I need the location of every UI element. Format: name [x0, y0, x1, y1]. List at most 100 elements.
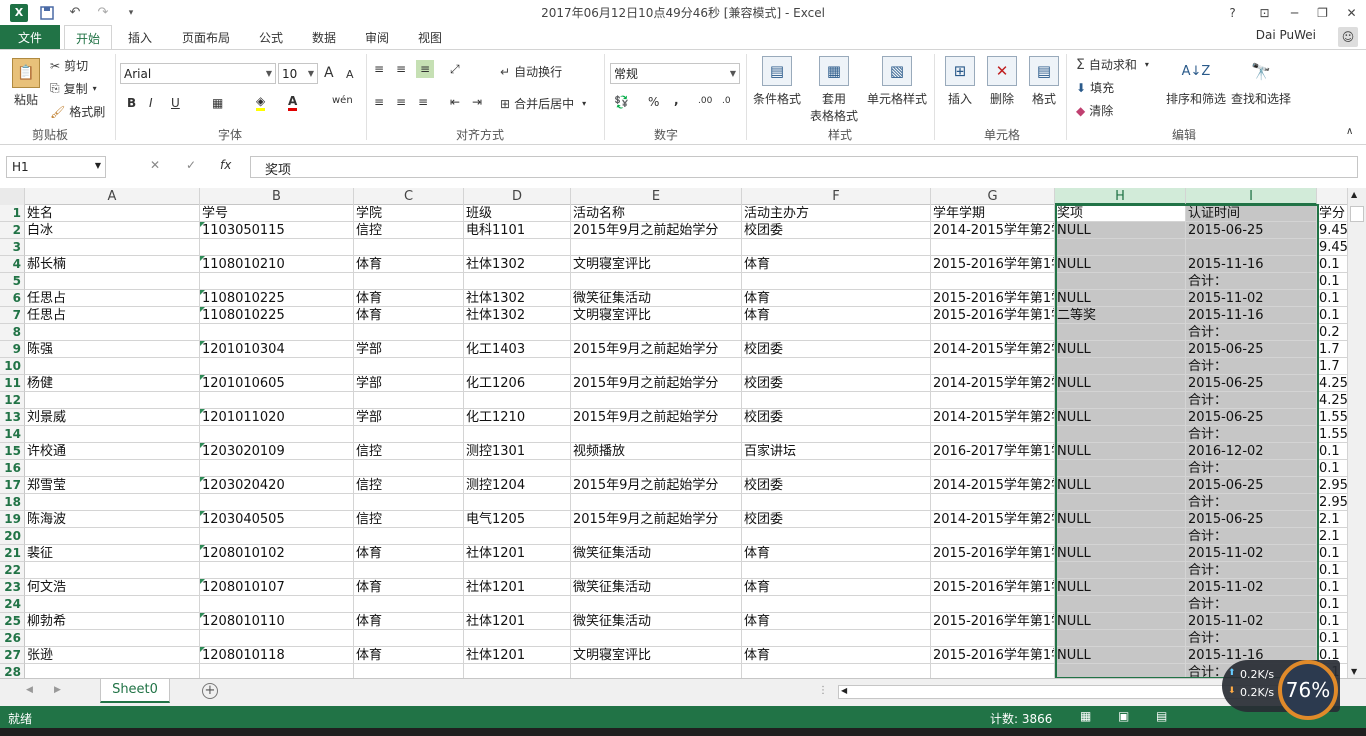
cell-a[interactable] [25, 528, 200, 545]
cell-b[interactable]: 1203020109 [200, 443, 354, 460]
scroll-up-icon[interactable]: ▲ [1351, 190, 1357, 199]
cell-f[interactable] [742, 494, 931, 511]
align-bottom-icon[interactable]: ≡ [416, 60, 435, 78]
cell-h[interactable] [1055, 664, 1186, 678]
cell-c[interactable] [354, 239, 464, 256]
cell-h[interactable] [1055, 392, 1186, 409]
conditional-format-button[interactable]: ▤ 条件格式 [752, 56, 802, 107]
row-header[interactable]: 5 [0, 273, 25, 290]
cell-h[interactable]: NULL [1055, 256, 1186, 273]
cell-a[interactable]: 陈海波 [25, 511, 200, 528]
scroll-left-icon[interactable]: ◀ [841, 686, 847, 695]
cell-f[interactable] [742, 358, 931, 375]
cell-b[interactable]: 学号 [200, 205, 354, 222]
fill-color-icon[interactable]: ◈ [256, 94, 266, 111]
cell-d[interactable]: 社体1302 [464, 290, 571, 307]
bold-button[interactable]: B [127, 96, 136, 110]
cell-i[interactable]: 合计： [1186, 273, 1317, 290]
cell-a[interactable] [25, 392, 200, 409]
cell-i[interactable]: 合计： [1186, 392, 1317, 409]
row-header[interactable]: 1 [0, 205, 25, 222]
column-header-b[interactable]: B [200, 188, 354, 205]
cell-i[interactable] [1186, 239, 1317, 256]
formula-input[interactable]: 奖项 [250, 156, 1358, 178]
cell-c[interactable]: 体育 [354, 579, 464, 596]
cell-d[interactable]: 社体1302 [464, 307, 571, 324]
cell-g[interactable]: 2014-2015学年第2学 [931, 409, 1055, 426]
cell-d[interactable]: 化工1206 [464, 375, 571, 392]
tab-review[interactable]: 审阅 [365, 25, 389, 49]
cell-f[interactable]: 体育 [742, 613, 931, 630]
cell-j[interactable]: 0.1 [1317, 630, 1348, 647]
row-header[interactable]: 24 [0, 596, 25, 613]
help-button[interactable]: ? [1218, 0, 1247, 25]
cell-d[interactable]: 社体1201 [464, 545, 571, 562]
cell-h[interactable] [1055, 528, 1186, 545]
cell-j[interactable]: 9.45 [1317, 222, 1348, 239]
cell-j[interactable]: 0.1 [1317, 256, 1348, 273]
cell-a[interactable]: 任思占 [25, 290, 200, 307]
cell-b[interactable]: 1203040505 [200, 511, 354, 528]
worksheet-grid[interactable]: A B C D E F G H I 1 姓名 学号 学院 班级 活动名称 活动主办方 学年学期… [0, 188, 1348, 678]
cell-b[interactable]: 1208010118 [200, 647, 354, 664]
borders-icon[interactable]: ▦ [212, 96, 223, 110]
delete-cells-button[interactable]: ✕ 删除 [986, 56, 1018, 107]
comma-button[interactable]: , [674, 93, 679, 107]
cell-c[interactable]: 信控 [354, 222, 464, 239]
cell-b[interactable] [200, 460, 354, 477]
cell-i[interactable]: 2015-06-25 [1186, 341, 1317, 358]
cell-e[interactable] [571, 392, 742, 409]
cell-c[interactable]: 体育 [354, 545, 464, 562]
cell-i[interactable]: 合计： [1186, 528, 1317, 545]
font-color-button[interactable]: A [288, 94, 298, 111]
cell-g[interactable] [931, 562, 1055, 579]
cell-b[interactable]: 1208010107 [200, 579, 354, 596]
cell-a[interactable] [25, 358, 200, 375]
column-header-h[interactable]: H [1055, 188, 1186, 205]
tab-view[interactable]: 视图 [418, 25, 442, 49]
cell-j[interactable]: 1.7 [1317, 341, 1348, 358]
cell-j[interactable]: 1.55 [1317, 426, 1348, 443]
cell-j[interactable]: 0.1 [1317, 579, 1348, 596]
cell-a[interactable] [25, 562, 200, 579]
currency-icon[interactable]: 💱 [614, 95, 629, 109]
cell-d[interactable] [464, 358, 571, 375]
sort-filter-button[interactable]: A↓Z 排序和筛选 [1166, 56, 1226, 107]
cell-e[interactable] [571, 664, 742, 678]
cell-b[interactable]: 1108010210 [200, 256, 354, 273]
cell-d[interactable] [464, 273, 571, 290]
cell-f[interactable]: 体育 [742, 290, 931, 307]
ribbon-display-icon[interactable]: ⊡ [1250, 0, 1279, 25]
cell-j[interactable]: 9.45 [1317, 239, 1348, 256]
align-center-icon[interactable]: ≡ [396, 95, 406, 109]
cell-g[interactable] [931, 528, 1055, 545]
cell-g[interactable]: 2014-2015学年第2学 [931, 341, 1055, 358]
cell-d[interactable] [464, 664, 571, 678]
cell-e[interactable] [571, 324, 742, 341]
cell-j[interactable]: 4.25 [1317, 375, 1348, 392]
row-header[interactable]: 25 [0, 613, 25, 630]
row-header[interactable]: 12 [0, 392, 25, 409]
cell-c[interactable]: 体育 [354, 613, 464, 630]
cell-e[interactable]: 2015年9月之前起始学分 [571, 341, 742, 358]
cell-h[interactable]: NULL [1055, 511, 1186, 528]
row-header[interactable]: 6 [0, 290, 25, 307]
save-icon[interactable] [36, 2, 58, 24]
column-header-e[interactable]: E [571, 188, 742, 205]
underline-button[interactable]: U [171, 96, 180, 110]
cell-e[interactable]: 2015年9月之前起始学分 [571, 409, 742, 426]
cell-b[interactable]: 1203020420 [200, 477, 354, 494]
row-header[interactable]: 22 [0, 562, 25, 579]
cell-d[interactable] [464, 494, 571, 511]
cell-g[interactable] [931, 664, 1055, 678]
row-header[interactable]: 8 [0, 324, 25, 341]
fx-icon[interactable]: fx [220, 158, 231, 172]
row-header[interactable]: 19 [0, 511, 25, 528]
name-box[interactable]: H1 ▼ [6, 156, 106, 178]
cell-j[interactable]: 2.95 [1317, 477, 1348, 494]
cell-c[interactable] [354, 392, 464, 409]
cell-g[interactable]: 2014-2015学年第2学 [931, 375, 1055, 392]
orientation-icon[interactable]: ⤢ [450, 62, 460, 77]
phonetic-button[interactable]: wén [332, 95, 353, 106]
tab-splitter-icon[interactable]: ⋮ [818, 685, 828, 696]
